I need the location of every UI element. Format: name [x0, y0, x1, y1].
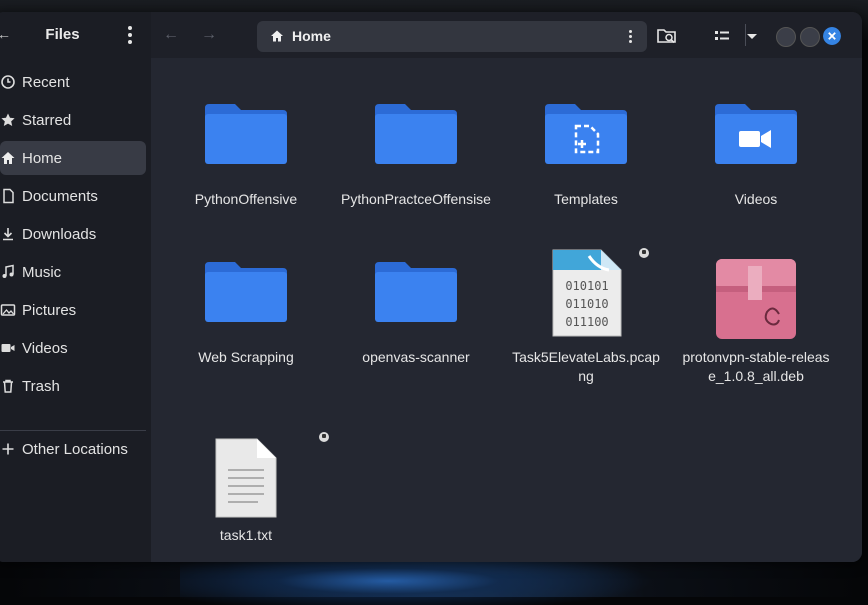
- file-name: openvas-scanner: [362, 349, 470, 365]
- file-item[interactable]: Web Scrapping: [171, 246, 321, 367]
- file-name: Web Scrapping: [198, 349, 294, 365]
- videos-folder-icon: [715, 104, 797, 164]
- main-menu-button[interactable]: [120, 24, 140, 46]
- file-name: task1.txt: [219, 527, 273, 543]
- svg-text:010101: 010101: [565, 279, 608, 293]
- folder-icon: [375, 104, 457, 164]
- lock-icon: [639, 248, 649, 258]
- pcap-file-icon: 010101 011010 011100: [552, 249, 622, 337]
- file-item[interactable]: protonvpn-stable-release_1.0.8_all.deb: [681, 246, 831, 386]
- close-button[interactable]: [823, 27, 841, 45]
- plus-icon: [2, 443, 14, 455]
- file-item[interactable]: task1.txt: [171, 424, 329, 545]
- file-item[interactable]: PythonOffensive: [171, 88, 321, 209]
- header-bar: ← → Home: [151, 12, 862, 58]
- home-icon: [1, 152, 15, 164]
- file-name: PythonOffensive: [194, 191, 298, 207]
- app-title: Files: [45, 26, 80, 43]
- sidebar-item-recent[interactable]: Recent: [0, 65, 146, 99]
- back-button[interactable]: ←: [159, 24, 183, 46]
- sidebar-item-downloads[interactable]: Downloads: [0, 217, 146, 251]
- svg-text:011010: 011010: [565, 297, 608, 311]
- sidebar-divider: [0, 430, 146, 431]
- star-icon: [1, 113, 15, 126]
- svg-text:011100: 011100: [565, 315, 608, 329]
- path-bar[interactable]: Home: [257, 21, 647, 52]
- deb-package-icon: [716, 259, 796, 339]
- folder-icon: [375, 262, 457, 322]
- sidebar-item-starred[interactable]: Starred: [0, 103, 146, 137]
- file-grid: PythonOffensive PythonPractceOffensise T…: [151, 58, 862, 562]
- sidebar-header: ← Files: [0, 12, 151, 58]
- file-name: Videos: [734, 191, 778, 207]
- file-name: PythonPractceOffensise: [341, 191, 491, 207]
- sidebar-item-label: Pictures: [22, 301, 77, 319]
- file-item[interactable]: Videos: [681, 88, 831, 209]
- search-folder-icon[interactable]: [653, 23, 681, 49]
- sidebar-item-label: Trash: [22, 377, 60, 395]
- path-menu-button[interactable]: [625, 29, 635, 44]
- sidebar-item-trash[interactable]: Trash: [0, 369, 146, 403]
- lock-icon: [319, 432, 329, 442]
- folder-icon: [205, 104, 287, 164]
- files-window: ← Files Recent Starred Home Documents Do…: [0, 12, 862, 562]
- file-name: protonvpn-stable-release_1.0.8_all.deb: [682, 349, 830, 384]
- file-name: Templates: [554, 191, 618, 207]
- minimize-button[interactable]: [776, 27, 796, 47]
- sidebar-item-label: Recent: [22, 73, 70, 91]
- sidebar-item-label: Videos: [22, 339, 68, 357]
- file-name: Task5ElevateLabs.pcapng: [512, 349, 660, 384]
- file-item[interactable]: Templates: [511, 88, 661, 209]
- maximize-button[interactable]: [800, 27, 820, 47]
- sidebar-item-label: Starred: [22, 111, 72, 129]
- file-item[interactable]: PythonPractceOffensise: [341, 88, 491, 209]
- list-view-icon[interactable]: [708, 23, 736, 49]
- sidebar-item-label: Downloads: [22, 225, 97, 243]
- sidebar-item-label: Other Locations: [22, 440, 128, 458]
- folder-icon: [205, 262, 287, 322]
- sidebar-item-home[interactable]: Home: [0, 141, 146, 175]
- sidebar-item-music[interactable]: Music: [0, 255, 146, 289]
- templates-folder-icon: [545, 104, 627, 164]
- video-icon: [1, 344, 15, 352]
- sidebar-item-videos[interactable]: Videos: [0, 331, 146, 365]
- sidebar-item-label: Home: [22, 149, 63, 167]
- sidebar-item-pictures[interactable]: Pictures: [0, 293, 146, 327]
- path-segment-home[interactable]: Home: [292, 21, 331, 52]
- sidebar-item-label: Music: [22, 263, 62, 281]
- sidebar-item-other-locations[interactable]: Other Locations: [0, 432, 146, 466]
- chevron-down-icon[interactable]: [738, 23, 766, 49]
- forward-button[interactable]: →: [197, 24, 221, 46]
- text-file-icon: [215, 438, 277, 518]
- trash-icon: [3, 379, 13, 393]
- file-item[interactable]: 010101 011010 011100 Task5ElevateLabs.pc…: [511, 246, 661, 386]
- file-item[interactable]: openvas-scanner: [341, 246, 491, 367]
- download-icon: [3, 228, 13, 241]
- sidebar-item-label: Documents: [22, 187, 98, 205]
- picture-icon: [0, 304, 16, 316]
- document-icon: [3, 188, 14, 204]
- music-icon: [2, 264, 14, 278]
- sidebar: Recent Starred Home Documents Downloads …: [0, 58, 152, 562]
- clock-icon: [1, 75, 15, 89]
- home-icon: [271, 30, 283, 42]
- sidebar-item-documents[interactable]: Documents: [0, 179, 146, 213]
